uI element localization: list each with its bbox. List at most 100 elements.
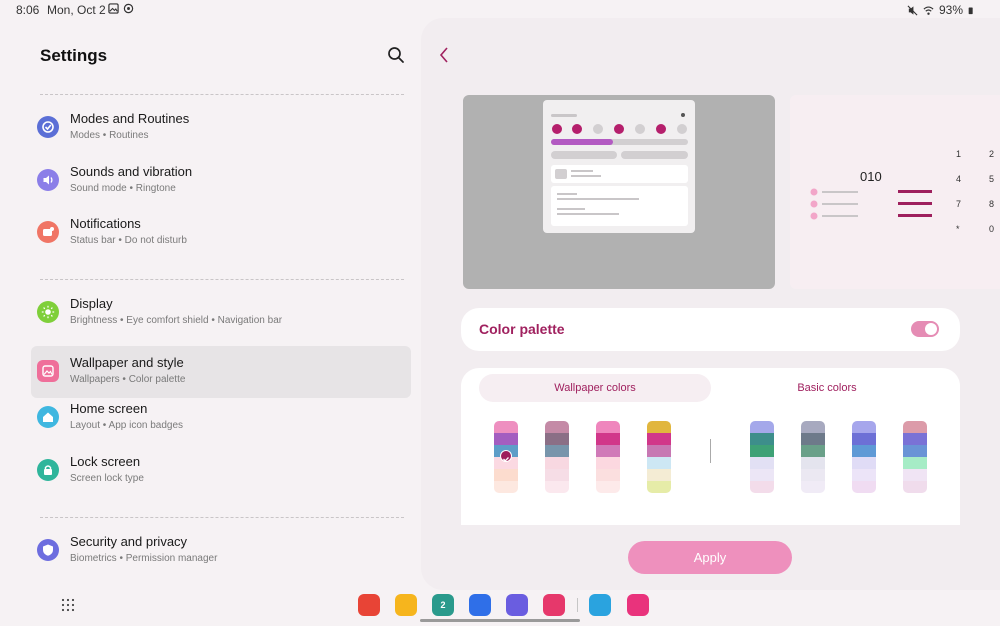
swatch-color-band <box>801 421 825 433</box>
quick-panel-preview[interactable] <box>463 95 775 289</box>
palette-swatch[interactable] <box>750 421 774 493</box>
battery-level: 93% <box>938 3 963 17</box>
swatch-color-band <box>852 421 876 433</box>
dialer-number: 010 <box>860 169 882 184</box>
status-time: 8:06 <box>16 3 40 17</box>
swatch-color-band <box>801 445 825 457</box>
swatch-color-band <box>647 481 671 493</box>
palette-swatch[interactable] <box>801 421 825 493</box>
settings-item-subtitle: Status bar • Do not disturb <box>70 235 187 246</box>
internet-app-icon[interactable] <box>506 594 528 616</box>
search-icon[interactable] <box>386 45 406 65</box>
app-drawer-icon[interactable] <box>61 598 75 612</box>
home-indicator[interactable] <box>420 619 580 622</box>
dialer-preview[interactable]: 010 1 2 4 5 7 8 * 0 <box>790 95 1000 289</box>
swatch-color-band <box>647 445 671 457</box>
settings-item-lock-screen[interactable]: Lock screen Screen lock type <box>31 445 411 497</box>
color-palette-row[interactable]: Color palette <box>461 308 960 351</box>
settings-item-subtitle: Sound mode • Ringtone <box>70 183 176 194</box>
settings-item-title: Lock screen <box>70 454 141 469</box>
taskbar-separator <box>577 598 578 612</box>
status-bar: 8:06 Mon, Oct 2 93% <box>0 0 1000 20</box>
swatch-color-band <box>903 457 927 469</box>
settings-item-home-screen[interactable]: Home screen Layout • App icon badges <box>31 392 411 444</box>
swatch-color-band <box>852 457 876 469</box>
tab-wallpaper-colors[interactable]: Wallpaper colors <box>479 374 711 402</box>
swatch-color-band <box>852 469 876 481</box>
swatch-color-band <box>750 457 774 469</box>
menu-line <box>898 190 932 193</box>
page-title: Settings <box>40 46 108 65</box>
settings-item-wallpaper-style[interactable]: Wallpaper and style Wallpapers • Color p… <box>31 346 411 398</box>
shield-icon <box>37 539 59 561</box>
swatch-separator <box>710 439 711 463</box>
palette-swatch[interactable] <box>903 421 927 493</box>
contact-list-illustration <box>810 188 858 220</box>
speaker-icon <box>37 169 59 191</box>
settings-item-subtitle: Layout • App icon badges <box>70 420 184 431</box>
sun-icon <box>37 301 59 323</box>
dial-key: 4 <box>956 174 962 184</box>
notification-icon <box>37 221 59 243</box>
notes-app-icon[interactable] <box>358 594 380 616</box>
status-system-icons: 93% <box>907 3 976 17</box>
swatch-color-band <box>750 421 774 433</box>
swatch-color-band <box>596 481 620 493</box>
battery-icon <box>968 7 973 14</box>
swatch-color-band <box>545 469 569 481</box>
home-icon <box>37 406 59 428</box>
settings-item-title: Notifications <box>70 216 141 231</box>
apply-button[interactable]: Apply <box>628 541 792 574</box>
telegram-app-icon[interactable] <box>589 594 611 616</box>
app-badge-label: 2 <box>440 600 446 610</box>
tab-basic-colors[interactable]: Basic colors <box>711 374 943 402</box>
swatch-color-band <box>801 469 825 481</box>
color-options-card: Wallpaper colors Basic colors <box>461 368 960 525</box>
swatch-color-band <box>647 433 671 445</box>
lock-icon <box>37 459 59 481</box>
swatch-color-band <box>750 481 774 493</box>
swatch-color-band <box>750 469 774 481</box>
calendar-app-icon[interactable]: 2 <box>432 594 454 616</box>
color-palette-toggle[interactable] <box>911 321 939 337</box>
taskbar: 2 <box>0 590 1000 626</box>
swatch-color-band <box>494 481 518 493</box>
palette-swatch[interactable] <box>852 421 876 493</box>
swatch-color-band <box>903 469 927 481</box>
swatch-color-band <box>903 445 927 457</box>
settings-item-display[interactable]: Display Brightness • Eye comfort shield … <box>31 287 411 339</box>
palette-swatch[interactable] <box>494 421 518 493</box>
swatch-color-band <box>494 421 518 433</box>
swatch-color-band <box>545 481 569 493</box>
camera-app-icon[interactable] <box>543 594 565 616</box>
menu-line <box>898 214 932 217</box>
dial-key: 0 <box>989 224 995 234</box>
swatch-color-band <box>852 481 876 493</box>
palette-swatch[interactable] <box>545 421 569 493</box>
dial-key: * <box>956 224 960 234</box>
files-app-icon[interactable] <box>395 594 417 616</box>
swatch-color-band <box>801 481 825 493</box>
back-arrow-icon[interactable] <box>437 46 451 64</box>
settings-item-subtitle: Modes • Routines <box>70 130 149 141</box>
settings-item-modes-routines[interactable]: Modes and Routines Modes • Routines <box>31 102 411 154</box>
dial-key: 2 <box>989 149 995 159</box>
section-divider <box>40 517 404 518</box>
settings-item-notifications[interactable]: Notifications Status bar • Do not distur… <box>31 207 411 259</box>
settings-item-subtitle: Wallpapers • Color palette <box>70 374 186 385</box>
dial-key: 1 <box>956 149 962 159</box>
settings-item-sounds-vibration[interactable]: Sounds and vibration Sound mode • Ringto… <box>31 155 411 207</box>
section-divider <box>40 94 404 95</box>
settings-item-security-privacy[interactable]: Security and privacy Biometrics • Permis… <box>31 525 411 577</box>
swatch-color-band <box>801 433 825 445</box>
settings-item-subtitle: Brightness • Eye comfort shield • Naviga… <box>70 315 283 326</box>
flower-app-icon[interactable] <box>627 594 649 616</box>
swatch-color-band <box>647 421 671 433</box>
settings-item-title: Sounds and vibration <box>70 164 193 179</box>
palette-swatch[interactable] <box>647 421 671 493</box>
messages-app-icon[interactable] <box>469 594 491 616</box>
modes-routines-icon <box>37 116 59 138</box>
quick-panel-mockup <box>543 100 695 233</box>
settings-panel: Settings Modes and Routines Modes • Rout… <box>0 20 420 590</box>
palette-swatch[interactable] <box>596 421 620 493</box>
